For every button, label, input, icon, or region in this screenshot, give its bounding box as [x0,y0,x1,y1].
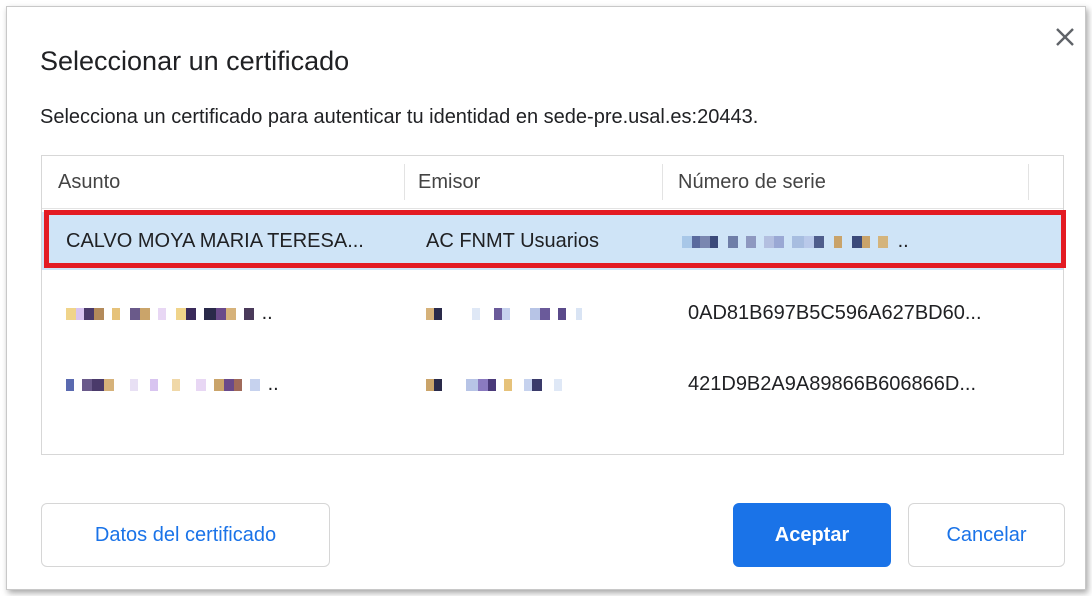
row-issuer [426,284,656,342]
table-header: Asunto Emisor Número de serie [42,156,1063,209]
close-button[interactable] [1050,22,1080,52]
dialog-title: Seleccionar un certificado [40,46,350,76]
row-issuer: AC FNMT Usuarios [426,230,599,252]
dialog-description: Selecciona un certificado para autentica… [40,106,759,128]
row-serial: 421D9B2A9A89866B606866D... [688,373,977,395]
row-serial: .. [682,212,1032,270]
redacted-serial [682,232,888,252]
column-header-issuer[interactable]: Emisor [418,156,480,208]
redacted-subject [66,375,260,395]
redacted-issuer [426,375,562,395]
row-subject: .. [66,284,406,342]
certificate-details-button[interactable]: Datos del certificado [41,503,330,567]
table-row[interactable]: CALVO MOYA MARIA TERESA... AC FNMT Usuar… [42,212,1063,270]
redacted-issuer [426,304,582,324]
row-subject: .. [66,355,406,413]
column-divider [662,164,663,200]
certificate-table: Asunto Emisor Número de serie CALVO MOYA… [41,155,1064,455]
column-header-serial[interactable]: Número de serie [678,156,826,208]
close-icon [1056,28,1074,46]
table-row[interactable]: .. 421D9B2A9A89866B606866D... [42,355,1063,413]
row-issuer [426,355,656,413]
accept-button[interactable]: Aceptar [733,503,891,567]
table-row[interactable]: .. 0AD81B697B5C596A627BD60... [42,284,1063,342]
row-subject: CALVO MOYA MARIA TERESA... [66,230,364,252]
column-divider [1028,164,1029,200]
cancel-button[interactable]: Cancelar [908,503,1065,567]
column-header-subject[interactable]: Asunto [58,156,120,208]
column-divider [404,164,405,200]
row-serial: 0AD81B697B5C596A627BD60... [688,302,982,324]
redacted-subject [66,304,254,324]
